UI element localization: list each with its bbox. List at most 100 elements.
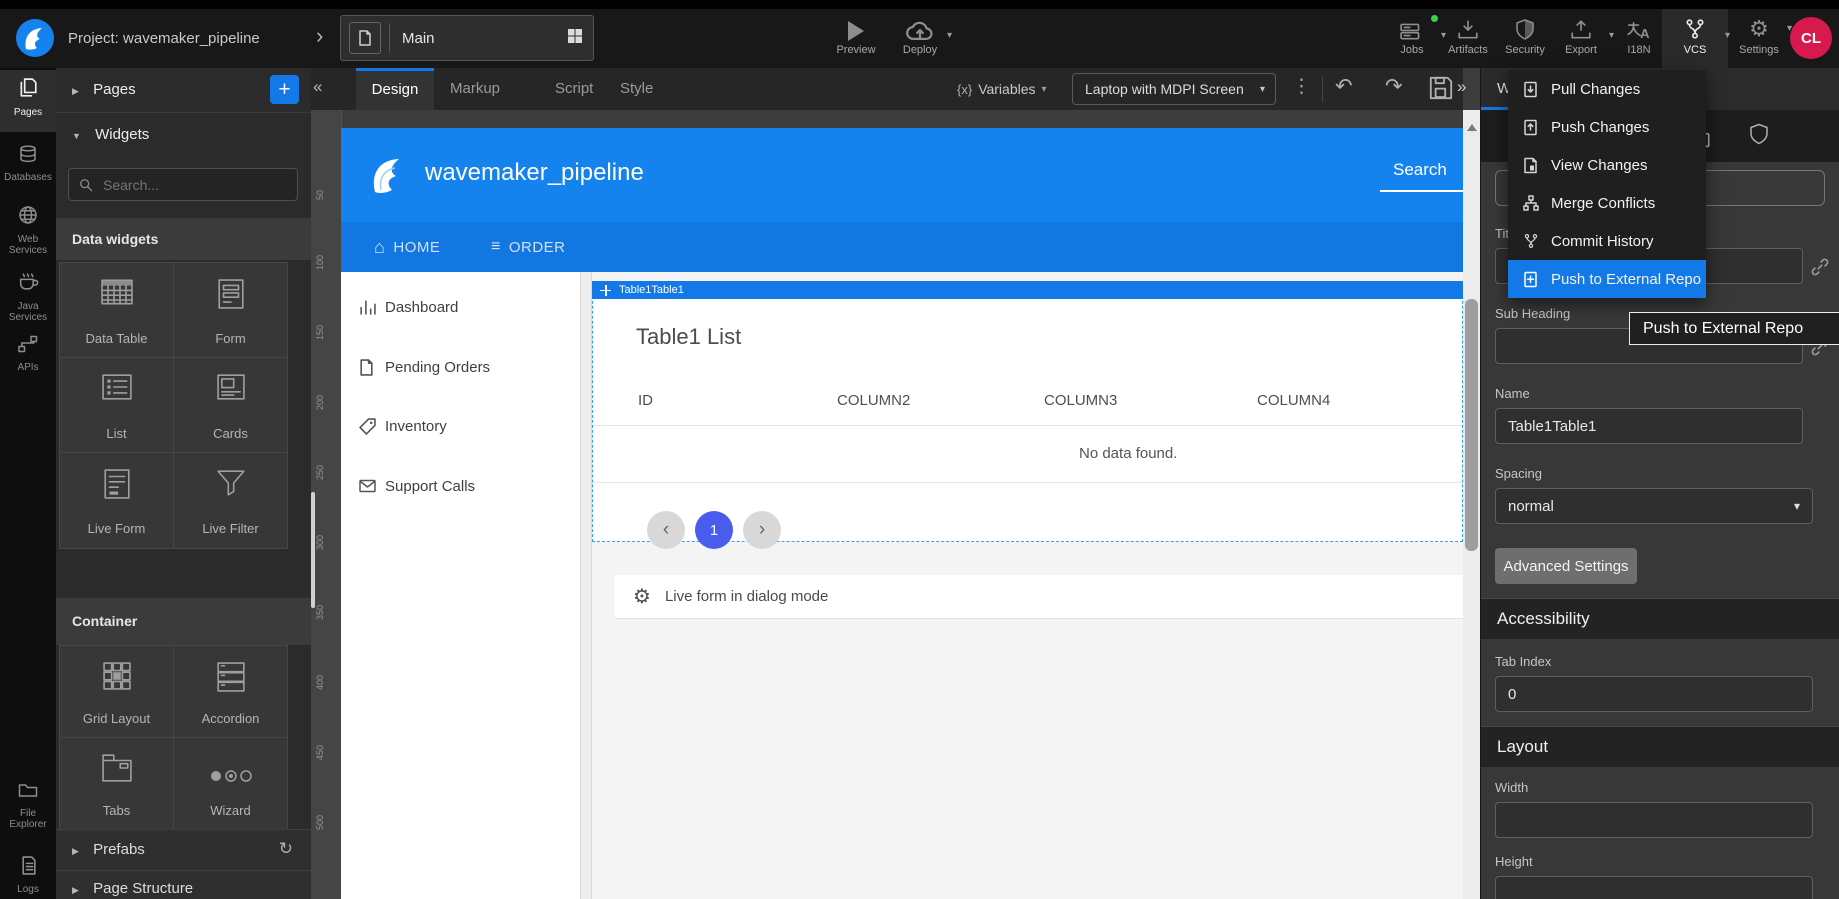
widget-tile-data-table[interactable]: Data Table xyxy=(59,262,174,359)
pages-section-header[interactable]: ▶ Pages xyxy=(72,81,136,98)
widget-search-box[interactable] xyxy=(68,168,298,201)
spacing-select[interactable]: normal ▾ xyxy=(1495,488,1813,524)
widget-selection-tag[interactable]: Table1Table1 xyxy=(592,281,1463,299)
column-header-column4[interactable]: COLUMN4 xyxy=(1257,392,1330,409)
selected-widget-table[interactable]: Table1Table1 Table1 List ID COLUMN2 COLU… xyxy=(592,281,1463,542)
pagination-next-button[interactable]: › xyxy=(743,511,781,549)
layout-title: Layout xyxy=(1497,737,1548,756)
live-form-dialog-widget[interactable]: ⚙ Live form in dialog mode xyxy=(615,575,1463,619)
scrollbar-thumb[interactable] xyxy=(1465,299,1478,551)
layout-section-header[interactable]: Layout xyxy=(1481,726,1839,767)
app-header[interactable]: wavemaker_pipeline Search xyxy=(341,128,1463,222)
tab-markup[interactable]: Markup xyxy=(450,68,500,110)
widget-tile-form[interactable]: Form xyxy=(173,262,288,359)
nav-item-order[interactable]: ≡ ORDER xyxy=(491,222,566,272)
rail-item-apis[interactable]: APIs xyxy=(0,335,56,373)
prefabs-section-row[interactable]: ▶ Prefabs ↻ xyxy=(56,829,311,871)
rail-item-web-services[interactable]: Web Services xyxy=(0,205,56,256)
export-label: Export xyxy=(1553,44,1609,56)
redo-icon[interactable]: ↷ xyxy=(1385,74,1403,99)
page-structure-section-row[interactable]: ▶ Page Structure xyxy=(56,870,311,899)
menu-item-commit-history[interactable]: Commit History xyxy=(1508,222,1706,260)
name-field-input[interactable] xyxy=(1495,408,1803,444)
rail-item-databases[interactable]: Databases xyxy=(0,145,56,183)
settings-button[interactable]: ⚙ ▾ Settings xyxy=(1731,15,1787,56)
wavemaker-logo[interactable] xyxy=(16,19,54,57)
move-handle-icon[interactable] xyxy=(600,285,611,296)
tab-design[interactable]: Design xyxy=(356,68,434,113)
device-select[interactable]: Laptop with MDPI Screen ▾ xyxy=(1072,73,1276,105)
add-page-button[interactable]: + xyxy=(270,75,299,104)
i18n-button[interactable]: A I18N xyxy=(1611,15,1667,56)
menu-item-pull-changes[interactable]: Pull Changes xyxy=(1508,70,1706,108)
column-header-id[interactable]: ID xyxy=(638,392,653,409)
jobs-status-dot xyxy=(1431,15,1438,22)
preview-button[interactable]: Preview xyxy=(828,15,884,56)
tab-index-input[interactable] xyxy=(1495,676,1813,712)
deploy-button[interactable]: ▾ Deploy xyxy=(892,15,948,56)
tile-label: Accordion xyxy=(174,711,287,726)
side-menu-pending-orders[interactable]: Pending Orders xyxy=(341,345,580,389)
svg-text:A: A xyxy=(1640,26,1650,41)
tile-label: Cards xyxy=(174,426,287,441)
scroll-up-icon[interactable] xyxy=(1467,124,1477,131)
security-button[interactable]: Security xyxy=(1497,15,1553,56)
accessibility-section-header[interactable]: Accessibility xyxy=(1481,598,1839,639)
avatar[interactable]: CL xyxy=(1790,17,1832,59)
tab-style[interactable]: Style xyxy=(620,68,653,110)
data-table-icon xyxy=(101,279,133,305)
dashboard-chart-icon xyxy=(359,299,385,315)
save-icon[interactable] xyxy=(1429,76,1453,105)
widget-tile-live-form[interactable]: Live Form xyxy=(59,452,174,549)
side-menu-inventory[interactable]: Inventory xyxy=(341,404,580,448)
app-search-link[interactable]: Search xyxy=(1393,160,1447,180)
rail-item-java-services[interactable]: Java Services xyxy=(0,272,56,323)
side-menu-support-calls[interactable]: Support Calls xyxy=(341,464,580,508)
rail-item-pages[interactable]: Pages xyxy=(0,70,56,132)
page-splitter[interactable] xyxy=(580,272,592,899)
advanced-settings-button[interactable]: Advanced Settings xyxy=(1495,548,1637,584)
pages-grid-icon[interactable] xyxy=(567,28,583,49)
widget-tile-list[interactable]: List xyxy=(59,357,174,454)
menu-item-view-changes[interactable]: View Changes xyxy=(1508,146,1706,184)
vcs-button[interactable]: ▾ VCS xyxy=(1662,9,1728,68)
widget-tile-grid-layout[interactable]: Grid Layout xyxy=(59,645,174,739)
page-tab-main[interactable]: Main xyxy=(340,15,594,61)
column-header-column3[interactable]: COLUMN3 xyxy=(1044,392,1117,409)
nav-item-home[interactable]: ⌂ HOME xyxy=(374,222,440,272)
rail-item-file-explorer[interactable]: File Explorer xyxy=(0,782,56,830)
menu-item-merge-conflicts[interactable]: Merge Conflicts xyxy=(1508,184,1706,222)
variables-button[interactable]: {x} Variables ▾ xyxy=(957,68,1047,110)
panel-scrollbar-thumb[interactable] xyxy=(311,492,315,608)
canvas-scrollbar[interactable] xyxy=(1463,110,1480,899)
collapse-panel-icon[interactable]: « xyxy=(313,77,322,97)
bind-link-icon[interactable] xyxy=(1811,258,1829,281)
widget-tile-accordion[interactable]: Accordion xyxy=(173,645,288,739)
rail-label: Java Services xyxy=(0,301,56,323)
widgets-section-row[interactable]: ▼ Widgets xyxy=(56,112,311,157)
export-button[interactable]: ▾ Export xyxy=(1553,15,1609,56)
more-options-icon[interactable]: ⋮ xyxy=(1292,75,1311,98)
artifacts-button[interactable]: Artifacts xyxy=(1440,15,1496,56)
widget-tile-cards[interactable]: Cards xyxy=(173,357,288,454)
cards-icon xyxy=(217,374,245,400)
widget-tile-tabs[interactable]: Tabs xyxy=(59,737,174,831)
width-field-input[interactable] xyxy=(1495,802,1813,838)
height-field-input[interactable] xyxy=(1495,876,1813,899)
side-menu-dashboard[interactable]: Dashboard xyxy=(341,285,580,329)
rail-item-logs[interactable]: Logs xyxy=(0,856,56,895)
undo-icon[interactable]: ↶ xyxy=(1335,74,1353,99)
widget-search-input[interactable] xyxy=(101,176,275,194)
jobs-button[interactable]: ▾ Jobs xyxy=(1384,15,1440,56)
widget-tile-live-filter[interactable]: Live Filter xyxy=(173,452,288,549)
pagination-current-page[interactable]: 1 xyxy=(695,511,733,549)
menu-item-push-changes[interactable]: Push Changes xyxy=(1508,108,1706,146)
widget-tile-wizard[interactable]: Wizard xyxy=(173,737,288,831)
expand-panel-icon[interactable]: » xyxy=(1457,77,1466,97)
pagination-prev-button[interactable]: ‹ xyxy=(647,511,685,549)
tab-script[interactable]: Script xyxy=(555,68,593,110)
shield-outline-icon[interactable] xyxy=(1749,122,1769,151)
menu-item-push-to-external-repo[interactable]: Push to External Repo xyxy=(1508,260,1706,298)
column-header-column2[interactable]: COLUMN2 xyxy=(837,392,910,409)
refresh-icon[interactable]: ↻ xyxy=(279,839,293,859)
